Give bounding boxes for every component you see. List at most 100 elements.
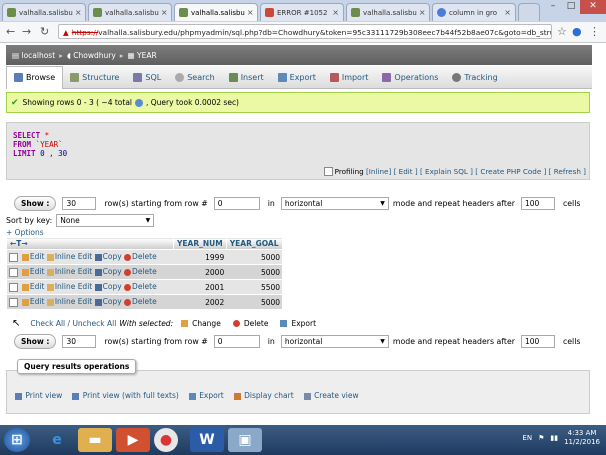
inline-edit-link[interactable]: Inline Edit (55, 297, 92, 306)
clock[interactable]: 4:33 AM 11/2/2016 (564, 429, 600, 447)
headers-after-input[interactable]: 100 (520, 196, 555, 210)
minimize-icon[interactable]: – (544, 0, 562, 14)
column-header-year-goal[interactable]: YEAR_GOAL (225, 237, 283, 250)
display-chart-link[interactable]: Display chart (233, 391, 294, 400)
reload-icon[interactable]: ↻ (40, 25, 49, 39)
print-full-link[interactable]: Print view (with full texts) (72, 391, 179, 400)
ie-icon[interactable]: e (40, 428, 74, 452)
row-count-input[interactable]: 30 (62, 196, 97, 210)
mode-select[interactable]: horizontal ▼ (280, 334, 389, 348)
inline-edit-link[interactable]: Inline Edit (55, 282, 92, 291)
new-tab-button[interactable] (518, 3, 540, 21)
start-row-input[interactable]: 0 (213, 334, 260, 348)
show-button[interactable]: Show : (14, 333, 57, 349)
delete-link[interactable]: Delete (132, 252, 157, 261)
cell-year-num[interactable]: 1999 (173, 249, 227, 265)
cell-year-num[interactable]: 2002 (173, 294, 227, 310)
explain-sql-link[interactable]: [ Explain SQL ] (420, 167, 473, 176)
folder-icon[interactable]: ▬ (78, 428, 112, 452)
image-viewer-icon[interactable]: ▣ (228, 428, 262, 452)
copy-link[interactable]: Copy (103, 267, 122, 276)
create-php-link[interactable]: [ Create PHP Code ] (475, 167, 546, 176)
forward-icon[interactable]: → (22, 25, 31, 39)
refresh-link[interactable]: [ Refresh ] (549, 167, 586, 176)
show-button[interactable]: Show : (14, 195, 57, 211)
breadcrumb-table[interactable]: YEAR (137, 51, 157, 60)
start-button[interactable]: ⊞ (4, 428, 30, 452)
delete-link[interactable]: Delete (132, 297, 157, 306)
create-view-link[interactable]: Create view (303, 391, 359, 400)
close-icon[interactable]: × (245, 8, 254, 17)
qro-export-link[interactable]: Export (188, 391, 224, 400)
inline-edit-link[interactable]: Inline Edit (55, 252, 92, 261)
cell-year-goal[interactable]: 5000 (226, 249, 283, 265)
tab-import[interactable]: Import (323, 66, 376, 88)
tab-tracking[interactable]: Tracking (445, 66, 504, 88)
tab-structure[interactable]: Structure (63, 66, 126, 88)
inline-link[interactable]: [Inline] (366, 167, 391, 176)
row-checkbox[interactable] (8, 252, 18, 262)
delete-link[interactable]: Delete (132, 267, 157, 276)
breadcrumb-database[interactable]: Chowdhury (73, 51, 116, 60)
cell-year-goal[interactable]: 5000 (226, 264, 283, 280)
tab-insert[interactable]: Insert (222, 66, 271, 88)
close-icon[interactable]: × (159, 8, 168, 17)
help-icon[interactable] (135, 98, 143, 107)
media-player-icon[interactable]: ▶ (116, 428, 150, 452)
extension-icon[interactable]: ● (572, 25, 582, 39)
browser-tab[interactable]: valhalla.salisbu × (2, 3, 86, 21)
tab-search[interactable]: Search (168, 66, 221, 88)
menu-icon[interactable]: ⋮ (589, 25, 600, 39)
profiling-checkbox[interactable] (323, 167, 333, 176)
tab-operations[interactable]: Operations (375, 66, 445, 88)
tab-browse[interactable]: Browse (6, 65, 64, 89)
cell-year-num[interactable]: 2001 (173, 279, 227, 295)
copy-link[interactable]: Copy (103, 252, 122, 261)
language-indicator[interactable]: EN (522, 434, 532, 442)
column-header-year-num[interactable]: YEAR_NUM (173, 237, 227, 250)
close-window-icon[interactable]: ✕ (580, 0, 606, 14)
print-view-link[interactable]: Print view (15, 391, 62, 400)
edit-link[interactable]: Edit (30, 252, 45, 261)
cell-year-goal[interactable]: 5000 (226, 294, 283, 310)
bulk-change-button[interactable]: Change (192, 319, 221, 328)
mode-select[interactable]: horizontal ▼ (280, 196, 389, 210)
column-nav-arrows[interactable]: ←T→ (6, 237, 174, 250)
edit-link[interactable]: Edit (30, 297, 45, 306)
cell-year-num[interactable]: 2000 (173, 264, 227, 280)
tab-export[interactable]: Export (271, 66, 323, 88)
breadcrumb-server[interactable]: localhost (21, 51, 55, 60)
edit-link[interactable]: Edit (30, 282, 45, 291)
close-icon[interactable]: × (73, 8, 82, 17)
tab-sql[interactable]: SQL (126, 66, 168, 88)
row-checkbox[interactable] (8, 267, 18, 277)
cell-year-goal[interactable]: 5500 (226, 279, 283, 295)
browser-tab[interactable]: valhalla.salisbu × (346, 3, 430, 21)
row-checkbox[interactable] (8, 282, 18, 292)
start-row-input[interactable]: 0 (213, 196, 260, 210)
edit-link[interactable]: Edit (30, 267, 45, 276)
row-count-input[interactable]: 30 (62, 334, 97, 348)
copy-link[interactable]: Copy (103, 297, 122, 306)
delete-link[interactable]: Delete (132, 282, 157, 291)
maximize-icon[interactable]: □ (562, 0, 580, 14)
sort-select[interactable]: None ▼ (56, 214, 155, 227)
check-all-link[interactable]: Check All / Uncheck All (30, 319, 116, 328)
close-icon[interactable]: × (417, 8, 426, 17)
url-field[interactable]: ▲ https://valhalla.salisbury.edu/phpmyadm… (58, 24, 552, 39)
browser-tab[interactable]: valhalla.salisbu × (88, 3, 172, 21)
row-checkbox[interactable] (8, 297, 18, 307)
back-icon[interactable]: ← (6, 25, 15, 39)
browser-tab[interactable]: ERROR #1052 × (260, 3, 344, 21)
copy-link[interactable]: Copy (103, 282, 122, 291)
flag-icon[interactable]: ⚑ (538, 434, 544, 442)
edit-link[interactable]: [ Edit ] (394, 167, 418, 176)
close-icon[interactable]: × (502, 8, 511, 17)
word-icon[interactable]: W (190, 428, 224, 452)
bulk-export-button[interactable]: Export (291, 319, 316, 328)
bulk-delete-button[interactable]: Delete (244, 319, 269, 328)
inline-edit-link[interactable]: Inline Edit (55, 267, 92, 276)
browser-tab[interactable]: column in gro × (432, 3, 516, 21)
close-icon[interactable]: × (330, 8, 339, 17)
network-icon[interactable]: ▮▮ (550, 434, 558, 442)
